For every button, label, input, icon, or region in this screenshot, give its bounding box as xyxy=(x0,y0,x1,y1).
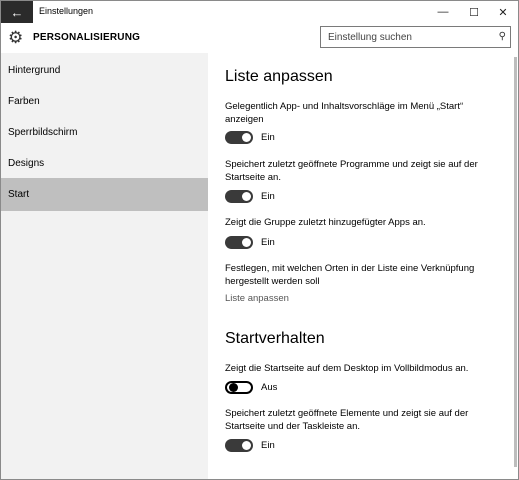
setting-description: Speichert zuletzt geöffnete Elemente und… xyxy=(225,408,469,432)
toggle-knob xyxy=(242,191,251,201)
main-content: Liste anpassen Gelegentlich App- und Inh… xyxy=(208,53,512,479)
page-title: PERSONALISIERUNG xyxy=(33,32,141,43)
toggle-state-label: Ein xyxy=(261,131,275,143)
maximize-icon: ☐ xyxy=(469,6,479,19)
back-button[interactable]: ← xyxy=(1,1,33,23)
setting-toggle-row: Ein xyxy=(225,189,275,203)
section-heading-liste-anpassen: Liste anpassen xyxy=(225,68,333,85)
maximize-button[interactable]: ☐ xyxy=(459,1,489,23)
window-title: Einstellungen xyxy=(39,6,94,16)
minimize-icon: — xyxy=(437,6,449,18)
title-bar: ← Einstellungen — ☐ ✕ xyxy=(1,1,518,23)
toggle-state-label: Aus xyxy=(261,381,278,393)
toggle-state-label: Ein xyxy=(261,236,275,248)
setting-toggle-row: Ein xyxy=(225,130,275,144)
toggle-switch[interactable] xyxy=(225,235,253,249)
setting-description: Zeigt die Gruppe zuletzt hinzugefügter A… xyxy=(225,217,426,228)
setting-toggle-row: Ein xyxy=(225,235,275,249)
customize-list-link[interactable]: Liste anpassen xyxy=(225,293,289,304)
search-box[interactable]: ⚲ xyxy=(320,26,511,48)
setting-description: Speichert zuletzt geöffnete Programme un… xyxy=(225,159,478,183)
folders-description: Festlegen, mit welchen Orten in der List… xyxy=(225,263,475,287)
sidebar-item-farben[interactable]: Farben xyxy=(1,86,208,117)
settings-window: ← Einstellungen — ☐ ✕ ⚙ PERSONALISIERUNG… xyxy=(0,0,519,480)
toggle-knob xyxy=(229,382,238,392)
toggle-knob xyxy=(242,237,251,247)
page-header: ⚙ PERSONALISIERUNG ⚲ xyxy=(1,23,518,53)
arrow-left-icon: ← xyxy=(10,4,24,20)
setting-description: Gelegentlich App- und Inhaltsvorschläge … xyxy=(225,101,464,125)
close-button[interactable]: ✕ xyxy=(488,1,518,23)
sidebar-item-start[interactable]: Start xyxy=(1,178,208,211)
toggle-switch[interactable] xyxy=(225,130,253,144)
section-heading-startverhalten: Startverhalten xyxy=(225,330,325,347)
toggle-switch[interactable] xyxy=(225,438,253,452)
gear-icon: ⚙ xyxy=(8,28,24,47)
toggle-switch[interactable] xyxy=(225,380,253,394)
search-input[interactable] xyxy=(328,30,488,44)
sidebar-item-sperrbildschirm[interactable]: Sperrbildschirm xyxy=(1,117,208,148)
toggle-knob xyxy=(242,440,251,450)
minimize-button[interactable]: — xyxy=(428,1,458,23)
setting-toggle-row: Aus xyxy=(225,380,277,394)
close-icon: ✕ xyxy=(498,6,508,19)
setting-description: Zeigt die Startseite auf dem Desktop im … xyxy=(225,363,469,374)
scrollbar[interactable] xyxy=(512,53,518,479)
sidebar-item-hintergrund[interactable]: Hintergrund xyxy=(1,55,208,86)
search-icon[interactable]: ⚲ xyxy=(499,31,506,42)
scrollbar-thumb[interactable] xyxy=(514,57,517,467)
sidebar-item-designs[interactable]: Designs xyxy=(1,148,208,179)
toggle-state-label: Ein xyxy=(261,439,275,451)
sidebar: Hintergrund Farben Sperrbildschirm Desig… xyxy=(1,53,208,479)
setting-toggle-row: Ein xyxy=(225,438,275,452)
toggle-knob xyxy=(242,132,251,142)
toggle-switch[interactable] xyxy=(225,189,253,203)
toggle-state-label: Ein xyxy=(261,190,275,202)
